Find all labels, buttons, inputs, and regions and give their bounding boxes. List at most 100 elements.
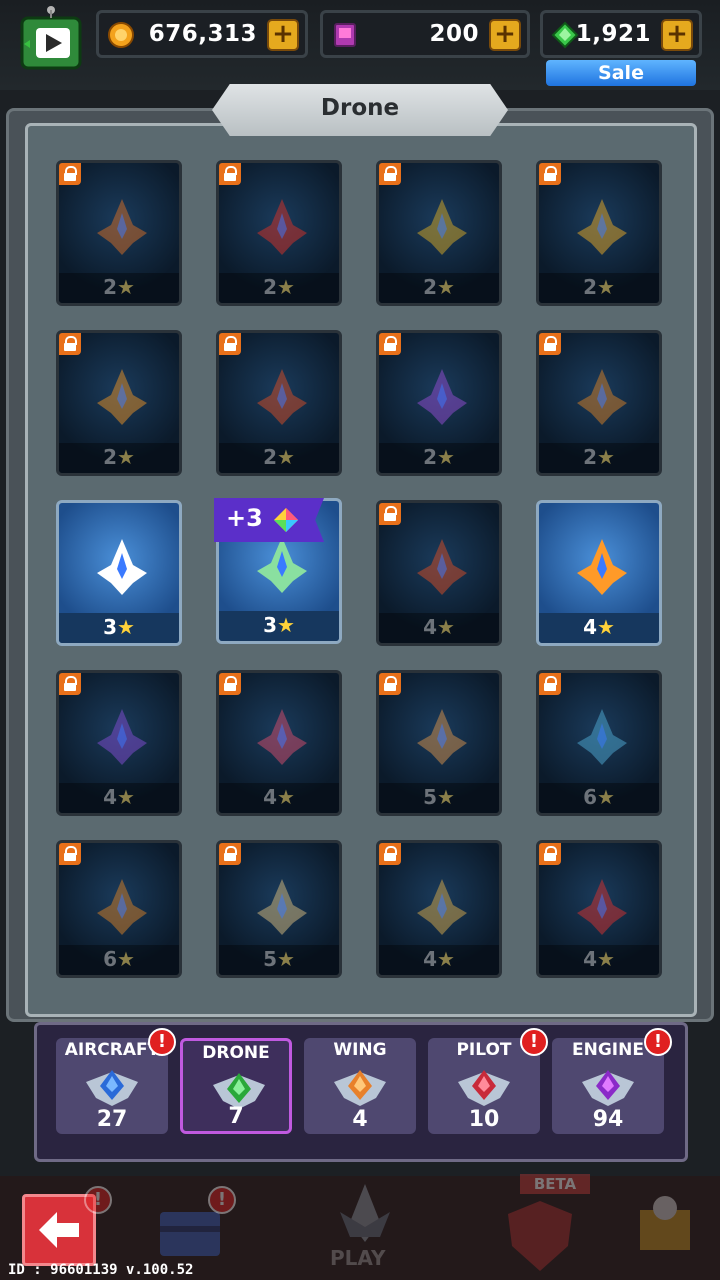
drone-card[interactable]: 4★ [536, 840, 662, 978]
drone-card[interactable]: 6★ [56, 840, 182, 978]
drone-card[interactable]: 2★ [56, 160, 182, 306]
coin-icon [108, 22, 134, 48]
drone-ship-icon [257, 709, 307, 765]
gem-counter: 1,921 + [540, 10, 702, 58]
coin-amount: 676,313 [148, 21, 257, 47]
star-icon: ★ [116, 275, 135, 299]
tab-wing[interactable]: WING 4 [304, 1038, 416, 1134]
star-icon: ★ [436, 785, 455, 809]
drone-star-level: 6★ [539, 785, 659, 809]
lock-icon [379, 673, 401, 695]
reward-badge-text: +3 [226, 504, 263, 532]
drone-card[interactable]: 4★ [536, 500, 662, 646]
tab-count: 27 [96, 1107, 128, 1132]
drone-ship-icon [577, 539, 627, 595]
lock-icon [379, 503, 401, 525]
drone-ship-icon [97, 539, 147, 595]
gem-amount: 1,921 [575, 21, 651, 47]
drone-star-level: 3★ [219, 613, 339, 637]
drone-ship-icon [577, 199, 627, 255]
drone-ship-icon [257, 369, 307, 425]
drone-card[interactable]: 4★ [376, 840, 502, 978]
tab-alert-icon: ! [520, 1028, 548, 1056]
star-count: 4 [583, 947, 597, 971]
play-label[interactable]: PLAY [330, 1246, 385, 1270]
video-reward-icon[interactable] [14, 4, 88, 78]
drone-star-level: 4★ [219, 785, 339, 809]
star-count: 2 [103, 275, 117, 299]
star-icon: ★ [596, 445, 615, 469]
panel-title-tab: Drone [212, 84, 508, 136]
lock-icon [539, 843, 561, 865]
drone-card[interactable]: 2★ [216, 160, 342, 306]
star-count: 2 [423, 445, 437, 469]
star-icon: ★ [276, 785, 295, 809]
drone-card[interactable]: 2★ [376, 330, 502, 476]
star-icon: ★ [436, 445, 455, 469]
tab-label: DRONE [202, 1043, 270, 1063]
star-icon: ★ [116, 947, 135, 971]
drone-star-level: 2★ [59, 445, 179, 469]
drone-ship-icon [417, 709, 467, 765]
card-amount: 200 [429, 21, 479, 47]
lock-icon [219, 333, 241, 355]
tab-count: 4 [352, 1107, 368, 1132]
star-icon: ★ [116, 615, 135, 639]
nav-shield-icon[interactable] [500, 1176, 580, 1280]
star-count: 4 [423, 947, 437, 971]
drone-card[interactable]: 2★ [536, 160, 662, 306]
tab-alert-icon: ! [644, 1028, 672, 1056]
lock-icon [539, 163, 561, 185]
add-coins-button[interactable]: + [267, 19, 299, 51]
lock-icon [539, 673, 561, 695]
tab-gem-icon [458, 1070, 510, 1106]
drone-ship-icon [97, 709, 147, 765]
drone-card[interactable]: 4★ [216, 670, 342, 816]
drone-ship-icon [257, 879, 307, 935]
drone-ship-icon [417, 199, 467, 255]
drone-star-level: 2★ [539, 275, 659, 299]
lock-icon [59, 673, 81, 695]
drone-ship-icon [257, 199, 307, 255]
tab-aircraft[interactable]: AIRCRAFT 27 [56, 1038, 168, 1134]
lock-icon [219, 673, 241, 695]
drone-card[interactable]: 2★ [536, 330, 662, 476]
drone-card[interactable]: 5★ [376, 670, 502, 816]
drone-star-level: 4★ [379, 615, 499, 639]
drone-card[interactable]: 5★ [216, 840, 342, 978]
drone-star-level: 2★ [379, 275, 499, 299]
star-count: 6 [583, 785, 597, 809]
drone-star-level: 3★ [59, 615, 179, 639]
drone-star-level: 4★ [539, 947, 659, 971]
rainbow-gem-icon [274, 508, 298, 532]
star-count: 2 [583, 445, 597, 469]
drone-ship-icon [577, 879, 627, 935]
drone-card[interactable]: 4★ [56, 670, 182, 816]
star-count: 5 [423, 785, 437, 809]
drone-card[interactable]: 6★ [536, 670, 662, 816]
star-icon: ★ [596, 615, 615, 639]
tab-count: 94 [592, 1107, 624, 1132]
add-cards-button[interactable]: + [489, 19, 521, 51]
star-count: 2 [103, 445, 117, 469]
tab-count: 10 [468, 1107, 500, 1132]
drone-star-level: 2★ [219, 275, 339, 299]
lock-icon [219, 163, 241, 185]
tab-engine[interactable]: ENGINE 94 [552, 1038, 664, 1134]
card-pack-icon [334, 23, 356, 47]
drone-card[interactable]: 2★ [376, 160, 502, 306]
drone-card[interactable]: 3★ [56, 500, 182, 646]
lock-icon [219, 843, 241, 865]
drone-card[interactable]: 2★ [216, 330, 342, 476]
drone-card[interactable]: 2★ [56, 330, 182, 476]
star-icon: ★ [276, 947, 295, 971]
lock-icon [379, 163, 401, 185]
nav-events-icon[interactable] [620, 1176, 710, 1280]
drone-star-level: 4★ [59, 785, 179, 809]
drone-card[interactable]: 4★ [376, 500, 502, 646]
sale-badge[interactable]: Sale [546, 60, 696, 86]
add-gems-button[interactable]: + [661, 19, 693, 51]
tab-pilot[interactable]: PILOT 10 [428, 1038, 540, 1134]
drone-ship-icon [417, 539, 467, 595]
tab-drone[interactable]: DRONE 7 [180, 1038, 292, 1134]
